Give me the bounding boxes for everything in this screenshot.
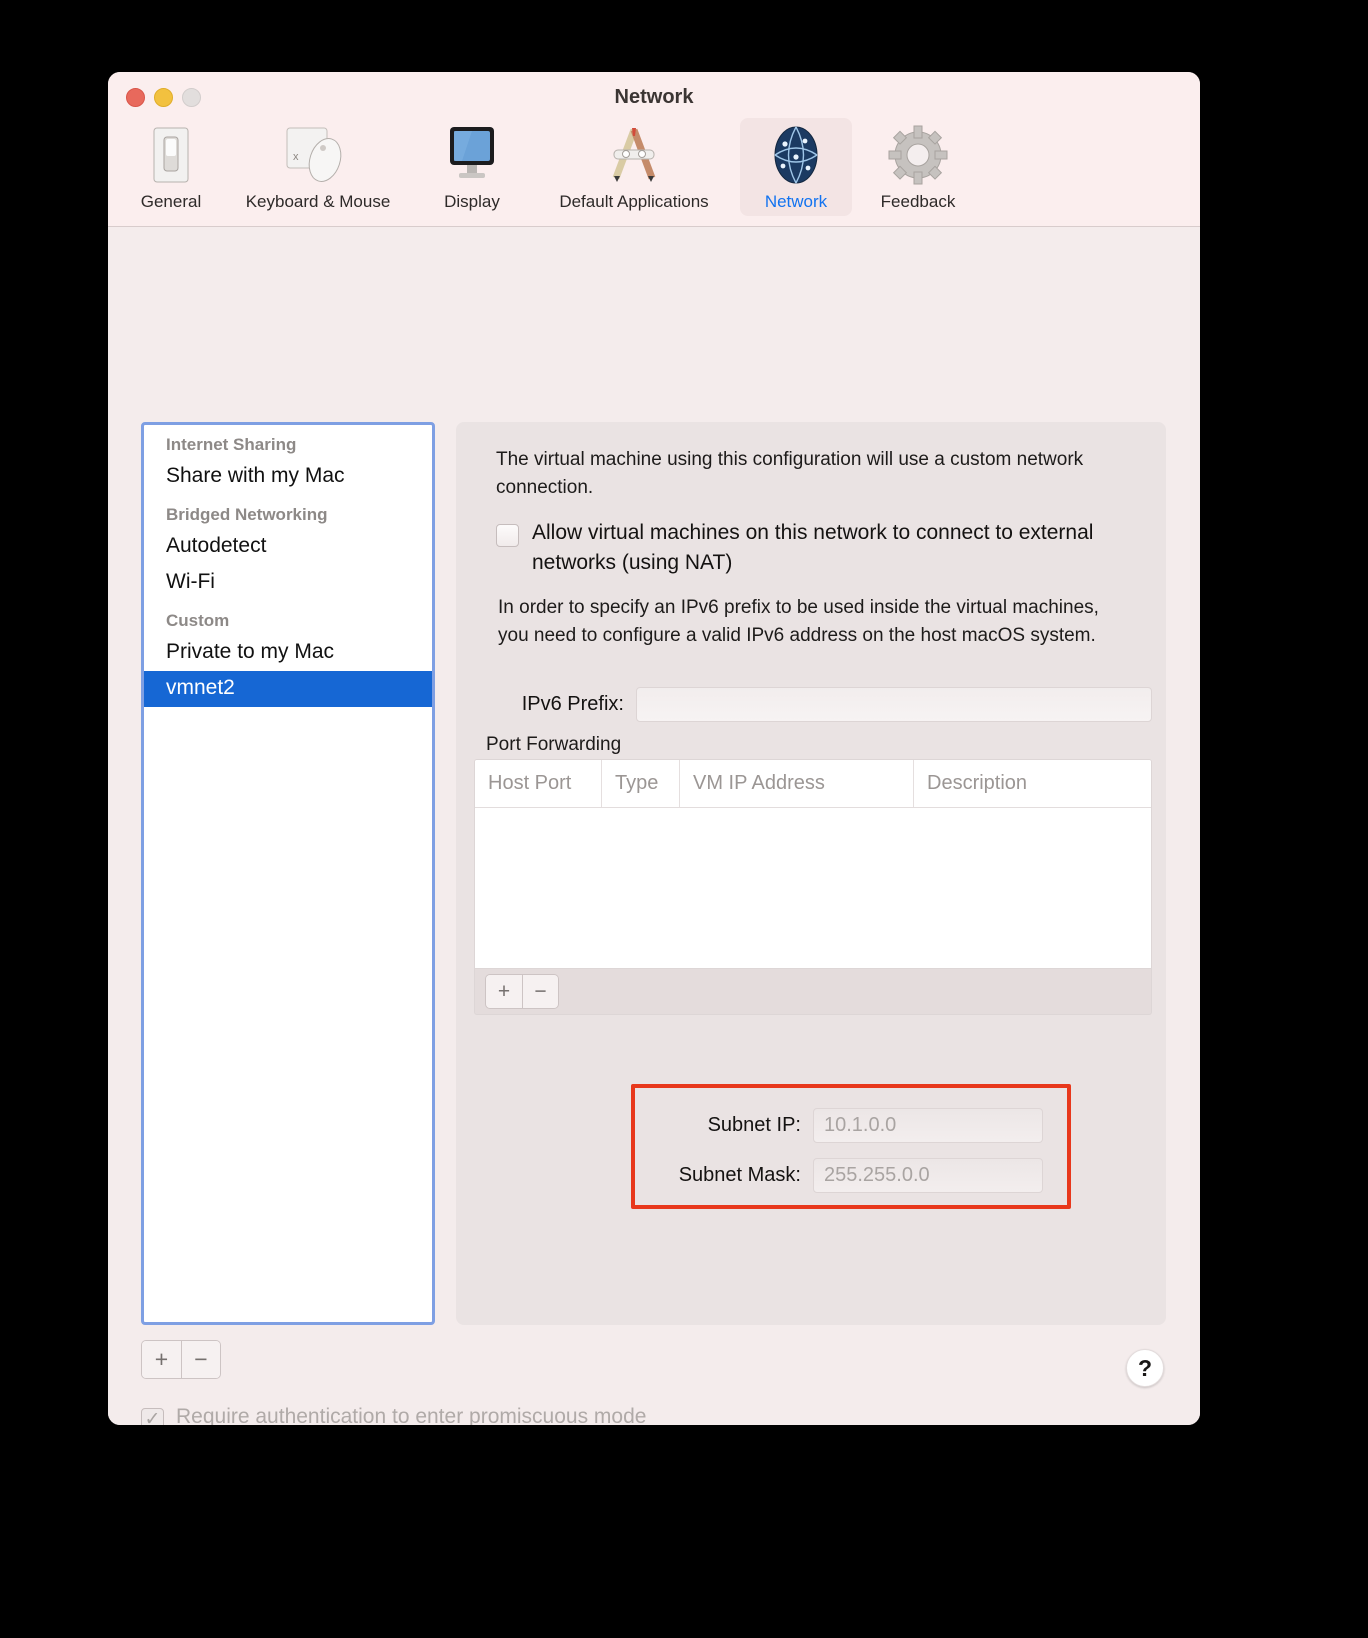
ipv6-prefix-input[interactable] <box>636 687 1152 722</box>
tab-feedback[interactable]: Feedback <box>852 118 984 216</box>
remove-network-button[interactable]: − <box>181 1341 220 1378</box>
tab-keyboard-mouse[interactable]: x Keyboard & Mouse <box>220 118 416 216</box>
switch-toggle-icon <box>145 124 197 186</box>
gear-icon <box>887 124 949 186</box>
promiscuous-mode-label: Require authentication to enter promiscu… <box>176 1404 647 1426</box>
subnet-highlight-box: Subnet IP: 10.1.0.0 Subnet Mask: 255.255… <box>631 1084 1071 1209</box>
ipv6-prefix-label: IPv6 Prefix: <box>521 693 624 715</box>
list-item-vmnet2[interactable]: vmnet2 <box>144 671 432 707</box>
nat-checkbox[interactable] <box>496 524 519 547</box>
tab-label: Keyboard & Mouse <box>245 192 391 211</box>
port-forwarding-table[interactable]: Host Port Type VM IP Address Description <box>474 759 1152 969</box>
monitor-icon <box>440 124 504 186</box>
tab-network[interactable]: Network <box>740 118 852 216</box>
subnet-ip-row: Subnet IP: 10.1.0.0 <box>643 1108 1059 1143</box>
group-header-bridged-networking: Bridged Networking <box>166 505 328 524</box>
group-header-internet-sharing: Internet Sharing <box>166 435 297 454</box>
port-forwarding-label: Port Forwarding <box>486 734 622 755</box>
group-header-custom: Custom <box>166 611 230 630</box>
column-header-type[interactable]: Type <box>601 760 679 807</box>
intro-description: The virtual machine using this configura… <box>496 449 1084 498</box>
network-list[interactable]: Internet Sharing Share with my Mac Bridg… <box>141 422 435 1325</box>
nat-checkbox-row[interactable]: Allow virtual machines on this network t… <box>496 518 1136 579</box>
window-title: Network <box>614 86 694 108</box>
svg-text:x: x <box>293 151 299 163</box>
subnet-mask-input[interactable]: 255.255.0.0 <box>813 1158 1043 1193</box>
tab-default-applications[interactable]: Default Applications <box>528 118 740 216</box>
tab-display[interactable]: Display <box>416 118 528 216</box>
subnet-mask-row: Subnet Mask: 255.255.0.0 <box>643 1158 1059 1193</box>
add-port-forwarding-button[interactable]: + <box>486 975 522 1008</box>
add-network-button[interactable]: + <box>142 1341 181 1378</box>
keyboard-mouse-icon: x <box>281 124 355 186</box>
tab-label: Network <box>764 192 828 211</box>
list-item-wifi[interactable]: Wi-Fi <box>144 565 432 601</box>
tab-label: Default Applications <box>559 192 709 211</box>
tab-label: Display <box>444 192 500 211</box>
nat-checkbox-label: Allow virtual machines on this network t… <box>532 521 1094 575</box>
preferences-window: Network General x Keyboard & Mouse Displ… <box>108 72 1200 1425</box>
ruler-pencil-icon <box>596 124 672 186</box>
list-item-private-to-my-mac[interactable]: Private to my Mac <box>144 635 432 671</box>
port-forwarding-footer: + − <box>474 969 1152 1015</box>
tab-label: Feedback <box>880 192 956 211</box>
list-item-autodetect[interactable]: Autodetect <box>144 529 432 565</box>
port-forwarding-header-row: Host Port Type VM IP Address Description <box>475 760 1151 808</box>
tab-general[interactable]: General <box>122 118 220 216</box>
list-item-share-with-my-mac[interactable]: Share with my Mac <box>144 459 432 495</box>
ipv6-note: In order to specify an IPv6 prefix to be… <box>498 597 1099 646</box>
ipv6-prefix-row: IPv6 Prefix: <box>486 687 1152 722</box>
column-header-description[interactable]: Description <box>913 760 1151 807</box>
subnet-ip-input[interactable]: 10.1.0.0 <box>813 1108 1043 1143</box>
preferences-body: Internet Sharing Share with my Mac Bridg… <box>108 227 1200 1425</box>
column-header-vm-ip-address[interactable]: VM IP Address <box>679 760 913 807</box>
network-detail-panel: The virtual machine using this configura… <box>456 422 1166 1325</box>
globe-network-icon <box>767 124 825 186</box>
toolbar-tabs: General x Keyboard & Mouse Display Defau… <box>122 118 984 216</box>
promiscuous-mode-checkbox: ✓ <box>141 1408 164 1425</box>
network-list-add-remove: + − <box>141 1340 221 1379</box>
remove-port-forwarding-button[interactable]: − <box>522 975 558 1008</box>
tab-label: General <box>140 192 202 211</box>
port-forwarding-add-remove: + − <box>485 974 559 1009</box>
window-toolbar: Network General x Keyboard & Mouse Displ… <box>108 72 1200 227</box>
help-button[interactable]: ? <box>1126 1349 1164 1387</box>
promiscuous-mode-row: ✓ Require authentication to enter promis… <box>141 1402 646 1425</box>
subnet-ip-label: Subnet IP: <box>707 1114 801 1136</box>
subnet-mask-label: Subnet Mask: <box>678 1164 801 1186</box>
column-header-host-port[interactable]: Host Port <box>475 760 601 807</box>
